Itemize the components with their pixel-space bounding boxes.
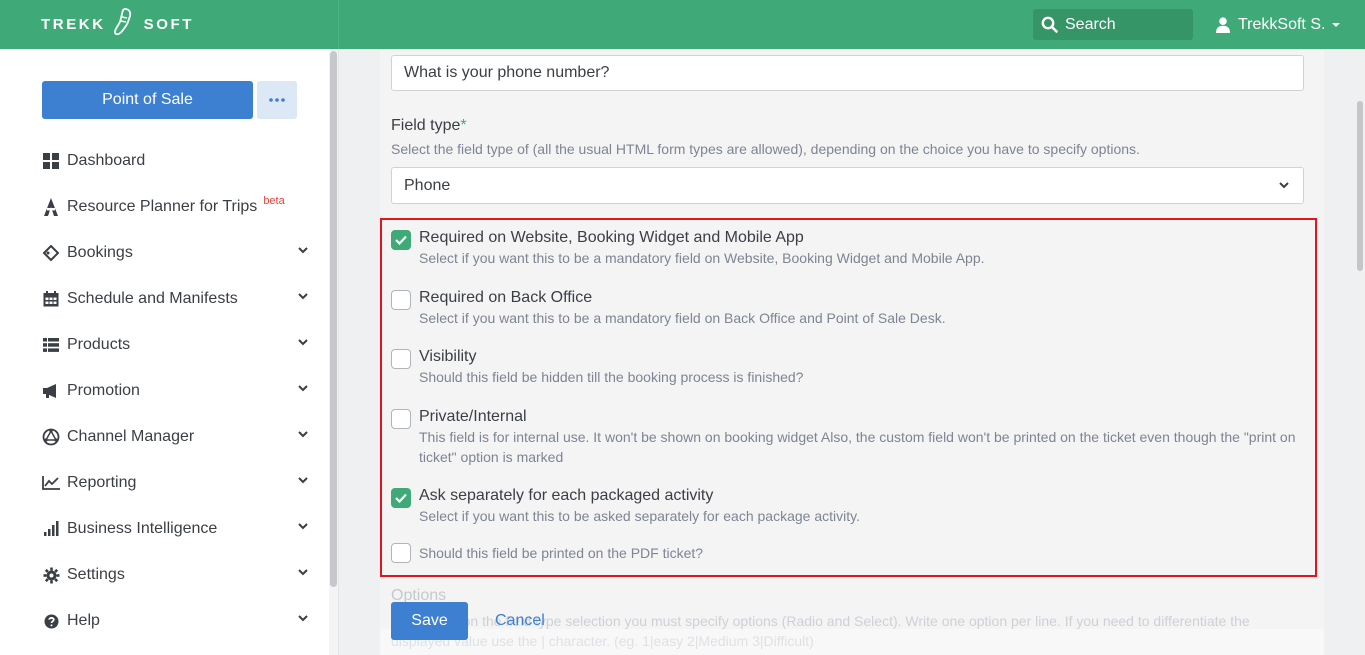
option-title: Should this field be printed on the PDF … — [419, 545, 704, 561]
sidebar-item-label: Products — [67, 336, 131, 353]
question-input[interactable]: What is your phone number? — [391, 55, 1304, 91]
user-icon — [1216, 16, 1230, 33]
top-bar: TREKK SOFT Search TrekkSoft S. — [0, 0, 1365, 49]
sidebar: Point of Sale Dashboard Resource Planner… — [0, 49, 339, 655]
chevron-down-icon — [298, 477, 308, 484]
sidebar-item-resource-planner[interactable]: Resource Planner for Trips beta — [42, 192, 312, 222]
caret-down-icon — [1332, 22, 1341, 27]
save-button[interactable]: Save — [391, 602, 468, 640]
field-type-label-text: Field type — [391, 117, 461, 134]
calendar-icon — [42, 290, 60, 308]
brand-logo[interactable]: TREKK SOFT — [41, 8, 195, 40]
sidebar-item-help[interactable]: Help — [42, 606, 312, 636]
list-icon — [42, 336, 60, 354]
more-options-button[interactable] — [257, 81, 297, 119]
option-title: Visibility — [419, 348, 477, 365]
hiker-icon — [42, 198, 60, 216]
sidebar-item-channel-manager[interactable]: Channel Manager — [42, 422, 312, 452]
sidebar-item-label: Bookings — [67, 244, 133, 261]
ask-separately-checkbox[interactable] — [391, 488, 411, 508]
print-pdf-checkbox[interactable] — [391, 543, 411, 563]
field-type-help: Select the field type of (all the usual … — [391, 141, 1140, 157]
brand-area: TREKK SOFT — [0, 0, 339, 49]
bar-chart-icon — [42, 520, 60, 538]
sidebar-item-label: Resource Planner for Trips — [67, 198, 258, 215]
user-menu[interactable]: TrekkSoft S. — [1216, 9, 1341, 40]
sidebar-item-label: Help — [67, 612, 100, 629]
sidebar-item-schedule[interactable]: Schedule and Manifests — [42, 284, 312, 314]
sidebar-item-business-intelligence[interactable]: Business Intelligence — [42, 514, 312, 544]
chevron-down-icon — [1279, 182, 1289, 189]
cancel-link[interactable]: Cancel — [495, 612, 545, 630]
brand-text-right: SOFT — [143, 15, 195, 33]
checkmark-icon — [395, 235, 407, 245]
beta-badge: beta — [263, 195, 285, 207]
required-website-checkbox[interactable] — [391, 230, 411, 250]
chevron-down-icon — [298, 431, 308, 438]
ellipsis-icon — [269, 98, 285, 102]
search-icon — [1041, 16, 1058, 33]
sidebar-item-label: Promotion — [67, 382, 140, 399]
scroll-fade-overlay — [380, 629, 1324, 655]
option-title: Required on Website, Booking Widget and … — [419, 229, 804, 246]
required-marker: * — [460, 117, 467, 134]
option-title: Ask separately for each packaged activit… — [419, 487, 714, 504]
chevron-down-icon — [298, 569, 308, 576]
chevron-down-icon — [298, 293, 308, 300]
option-description: Select if you want this to be a mandator… — [419, 310, 946, 326]
main-content: What is your phone number? Field type* S… — [339, 49, 1365, 655]
brand-text-left: TREKK — [41, 15, 106, 33]
sidebar-item-label: Business Intelligence — [67, 520, 218, 537]
chevron-down-icon — [298, 615, 308, 622]
search-input[interactable]: Search — [1033, 9, 1193, 40]
megaphone-icon — [42, 382, 60, 400]
checkmark-icon — [395, 493, 407, 503]
main-scrollbar-thumb[interactable] — [1357, 101, 1363, 271]
main-scrollbar[interactable] — [1355, 49, 1365, 655]
point-of-sale-button[interactable]: Point of Sale — [42, 81, 253, 119]
sidebar-item-promotion[interactable]: Promotion — [42, 376, 312, 406]
option-description: Should this field be hidden till the boo… — [419, 369, 804, 385]
network-icon — [42, 428, 60, 446]
ticket-icon — [42, 244, 60, 262]
option-description: Select if you want this to be a mandator… — [419, 250, 985, 266]
line-chart-icon — [42, 474, 60, 492]
private-internal-checkbox[interactable] — [391, 409, 411, 429]
visibility-checkbox[interactable] — [391, 349, 411, 369]
boot-icon — [113, 8, 134, 40]
sidebar-scrollbar[interactable] — [329, 49, 338, 655]
question-icon — [42, 612, 60, 630]
sidebar-scrollbar-thumb[interactable] — [330, 51, 337, 587]
field-type-value: Phone — [404, 176, 451, 194]
gear-icon — [42, 566, 60, 584]
user-name: TrekkSoft S. — [1238, 15, 1326, 33]
sidebar-item-label: Reporting — [67, 474, 137, 491]
field-type-select[interactable]: Phone — [391, 167, 1304, 204]
sidebar-item-label: Channel Manager — [67, 428, 195, 445]
chevron-down-icon — [298, 385, 308, 392]
sidebar-item-products[interactable]: Products — [42, 330, 312, 360]
sidebar-item-label: Settings — [67, 566, 125, 583]
required-back-office-checkbox[interactable] — [391, 290, 411, 310]
chevron-down-icon — [298, 523, 308, 530]
search-placeholder: Search — [1065, 15, 1116, 33]
option-title: Required on Back Office — [419, 289, 593, 306]
sidebar-item-bookings[interactable]: Bookings — [42, 238, 312, 268]
chevron-down-icon — [298, 339, 308, 346]
sidebar-item-dashboard[interactable]: Dashboard — [42, 146, 312, 176]
option-description: This field is for internal use. It won't… — [419, 429, 1296, 465]
sidebar-item-label: Dashboard — [67, 152, 146, 169]
sidebar-item-reporting[interactable]: Reporting — [42, 468, 312, 498]
grid-icon — [42, 152, 60, 170]
chevron-down-icon — [298, 247, 308, 254]
field-type-label: Field type* — [391, 117, 467, 135]
sidebar-item-label: Schedule and Manifests — [67, 290, 238, 307]
option-title: Private/Internal — [419, 408, 527, 425]
option-description: Select if you want this to be asked sepa… — [419, 508, 860, 524]
sidebar-item-settings[interactable]: Settings — [42, 560, 312, 590]
